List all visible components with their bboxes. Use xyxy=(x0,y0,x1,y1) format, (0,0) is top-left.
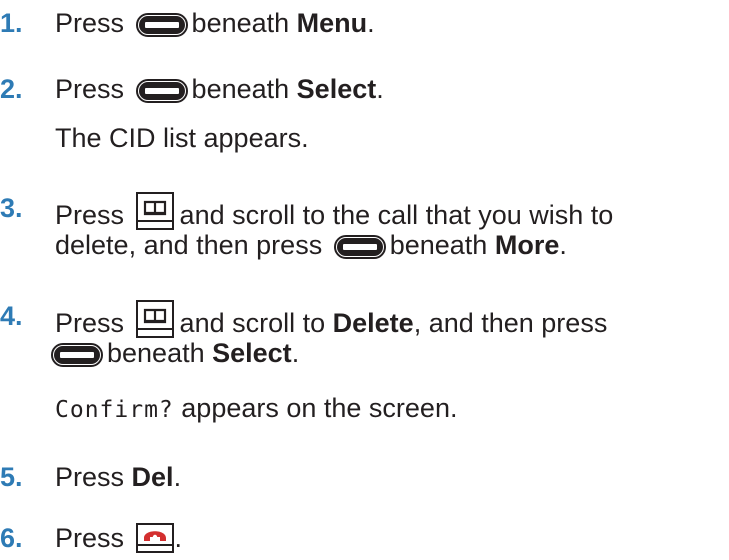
step-number: 3. xyxy=(0,193,23,223)
step-text: beneath xyxy=(191,8,290,38)
softkey-button-icon xyxy=(51,342,103,374)
step-number: 6. xyxy=(0,523,23,553)
step-note: The CID list appears. xyxy=(55,123,309,153)
step-text: and scroll to the call that you wish to xyxy=(179,200,614,230)
softkey-label: Del xyxy=(131,462,174,492)
step-text: Press xyxy=(55,462,125,492)
step-text: , and then press xyxy=(413,308,608,338)
screen-message: Confirm? xyxy=(55,397,174,423)
softkey-button-icon xyxy=(135,78,188,110)
end-call-key-icon xyxy=(135,523,174,560)
step-text: Press xyxy=(55,74,125,104)
step-text: and scroll to xyxy=(179,308,326,338)
menu-option-label: Delete xyxy=(332,308,414,338)
step-text: Press xyxy=(55,8,125,38)
step-text: Press xyxy=(55,308,125,338)
step-number: 1. xyxy=(0,8,23,38)
softkey-label: Select xyxy=(212,338,292,368)
step-number: 2. xyxy=(0,74,23,104)
step-number: 5. xyxy=(0,462,23,492)
step-text: Press xyxy=(55,523,125,553)
softkey-button-icon xyxy=(135,12,188,44)
step-number: 4. xyxy=(0,301,23,331)
step-note: appears on the screen. xyxy=(173,393,458,423)
step-text: Press xyxy=(55,200,125,230)
step-text: beneath xyxy=(107,338,205,368)
softkey-label: Select xyxy=(296,74,377,104)
softkey-label: Menu xyxy=(296,8,368,38)
softkey-button-icon xyxy=(333,234,386,266)
step-text: delete, and then press xyxy=(55,230,323,260)
step-text: beneath xyxy=(389,230,488,260)
softkey-label: More xyxy=(494,230,560,260)
step-text: beneath xyxy=(191,74,290,104)
